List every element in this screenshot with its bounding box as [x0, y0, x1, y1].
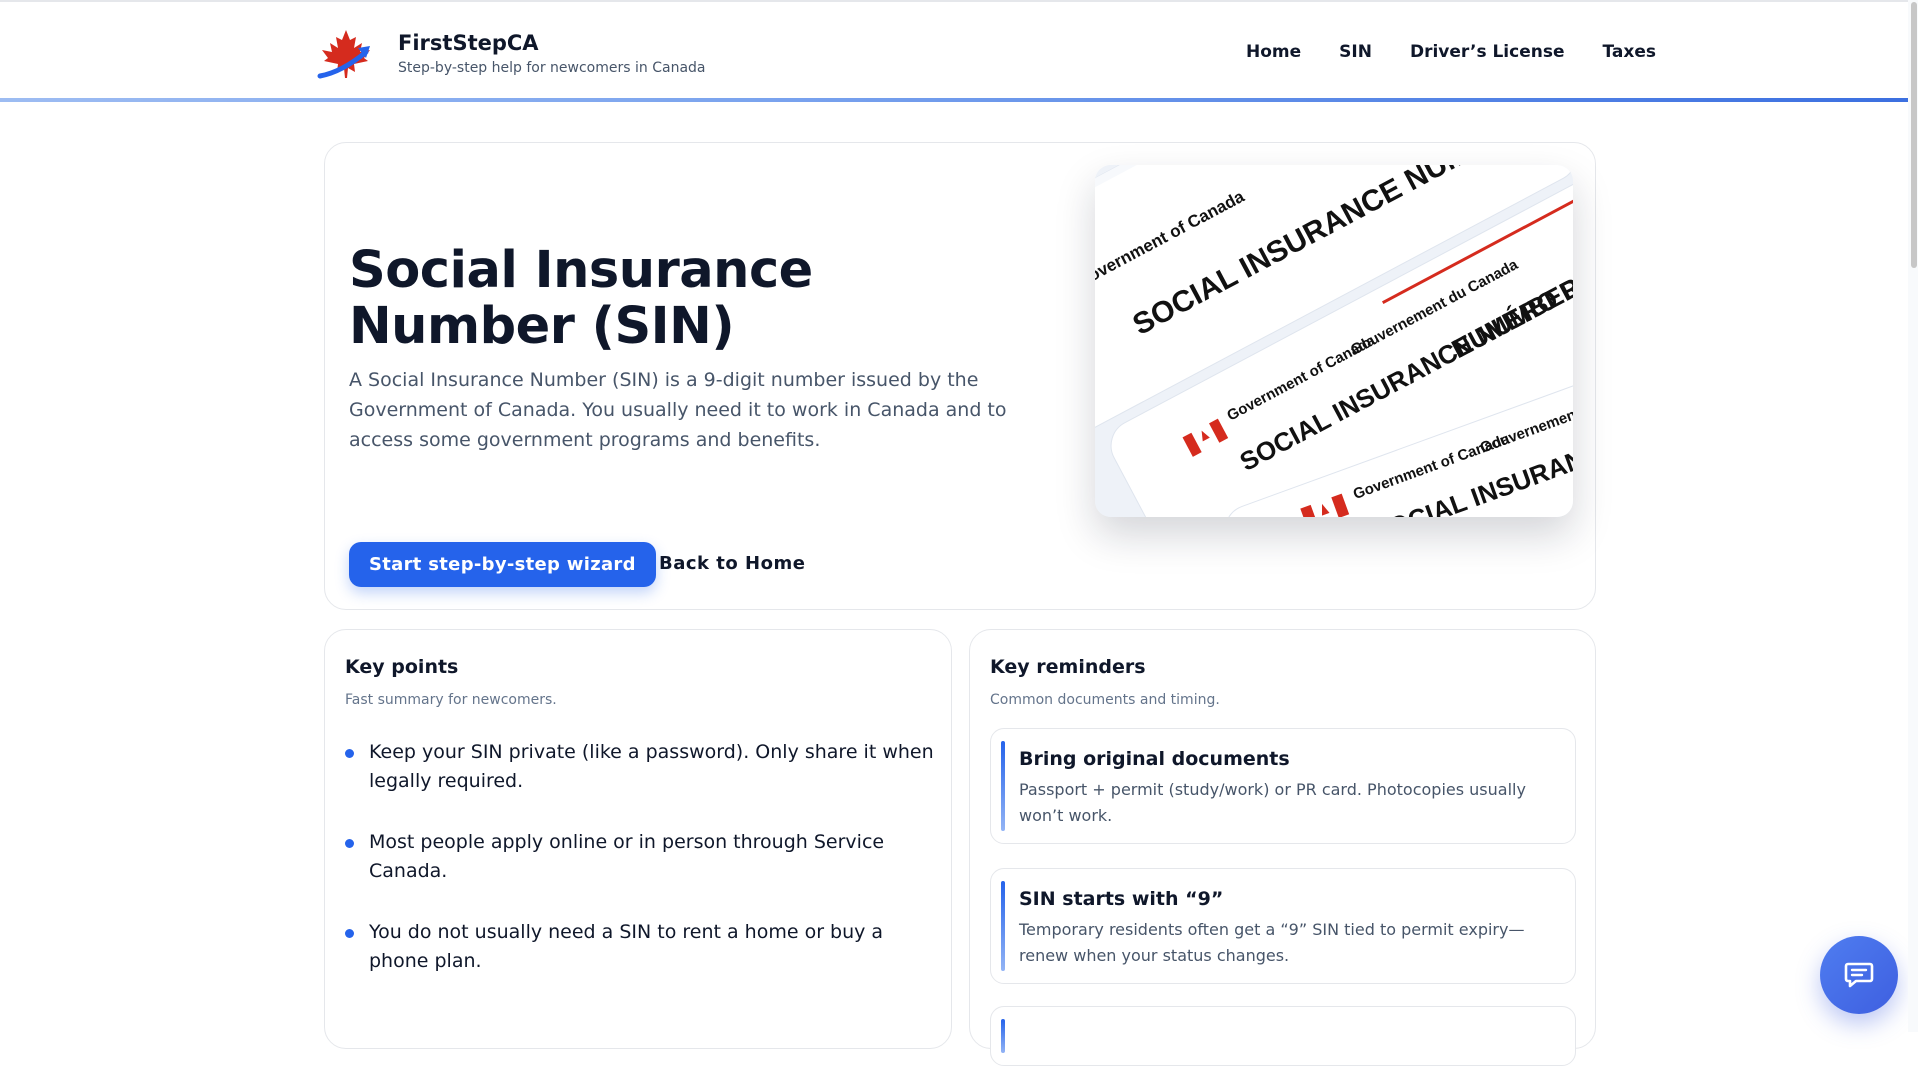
main-nav: Home SIN Driver’s License Taxes	[1246, 42, 1656, 62]
key-reminders-title: Key reminders	[990, 656, 1146, 678]
site-header: FirstStepCA Step-by-step help for newcom…	[0, 2, 1918, 102]
bullet-icon	[345, 749, 354, 758]
hero-card: Social Insurance Number (SIN) A Social I…	[324, 142, 1596, 610]
chat-button[interactable]	[1820, 936, 1898, 1014]
key-points-list: Keep your SIN private (like a password).…	[345, 738, 935, 1008]
reminder-accent-bar	[1001, 1019, 1005, 1053]
reminder-title: Bring original documents	[1019, 748, 1290, 770]
list-item: You do not usually need a SIN to rent a …	[345, 918, 935, 976]
scrollbar-thumb[interactable]	[1911, 2, 1917, 268]
reminder-item: SIN starts with “9” Temporary residents …	[990, 868, 1576, 984]
reminder-accent-bar	[1001, 881, 1005, 971]
brand[interactable]: FirstStepCA Step-by-step help for newcom…	[316, 28, 706, 80]
key-reminders-subtitle: Common documents and timing.	[990, 692, 1220, 708]
page-scrollbar[interactable]	[1908, 0, 1918, 1032]
reminder-accent-bar	[1001, 741, 1005, 831]
key-points-subtitle: Fast summary for newcomers.	[345, 692, 557, 708]
reminder-text: Passport + permit (study/work) or PR car…	[1019, 780, 1526, 825]
nav-sin[interactable]: SIN	[1339, 42, 1372, 62]
nav-taxes[interactable]: Taxes	[1603, 42, 1657, 62]
key-point-text: You do not usually need a SIN to rent a …	[369, 921, 884, 972]
key-reminders-card: Key reminders Common documents and timin…	[969, 629, 1596, 1066]
nav-drivers-license[interactable]: Driver’s License	[1410, 42, 1565, 62]
bullet-icon	[345, 929, 354, 938]
reminder-item: Bring original documents Passport + perm…	[990, 728, 1576, 844]
brand-name: FirstStepCA	[398, 31, 539, 55]
key-point-text: Keep your SIN private (like a password).…	[369, 741, 934, 792]
reminder-title: SIN starts with “9”	[1019, 888, 1224, 910]
key-points-title: Key points	[345, 656, 459, 678]
reminder-text: Temporary residents often get a “9” SIN …	[1019, 920, 1525, 965]
chat-bubble-icon	[1844, 962, 1874, 988]
hero-description: A Social Insurance Number (SIN) is a 9-d…	[349, 369, 1007, 451]
brand-tagline: Step-by-step help for newcomers in Canad…	[398, 60, 706, 76]
list-item: Keep your SIN private (like a password).…	[345, 738, 935, 796]
maple-leaf-logo-icon	[316, 28, 376, 80]
sin-cards-image: Government of Canada SOCIAL INSURANCE NU…	[1095, 165, 1573, 517]
nav-home[interactable]: Home	[1246, 42, 1301, 62]
bullet-icon	[345, 839, 354, 848]
key-point-text: Most people apply online or in person th…	[369, 831, 885, 882]
back-to-home-link[interactable]: Back to Home	[659, 553, 805, 574]
start-wizard-button[interactable]: Start step-by-step wizard	[349, 542, 656, 587]
list-item: Most people apply online or in person th…	[345, 828, 935, 886]
page-title: Social Insurance Number (SIN)	[349, 241, 813, 356]
key-points-card: Key points Fast summary for newcomers. K…	[324, 629, 952, 1049]
reminder-item-partial	[990, 1006, 1576, 1066]
header-gradient-bar	[0, 98, 1918, 102]
